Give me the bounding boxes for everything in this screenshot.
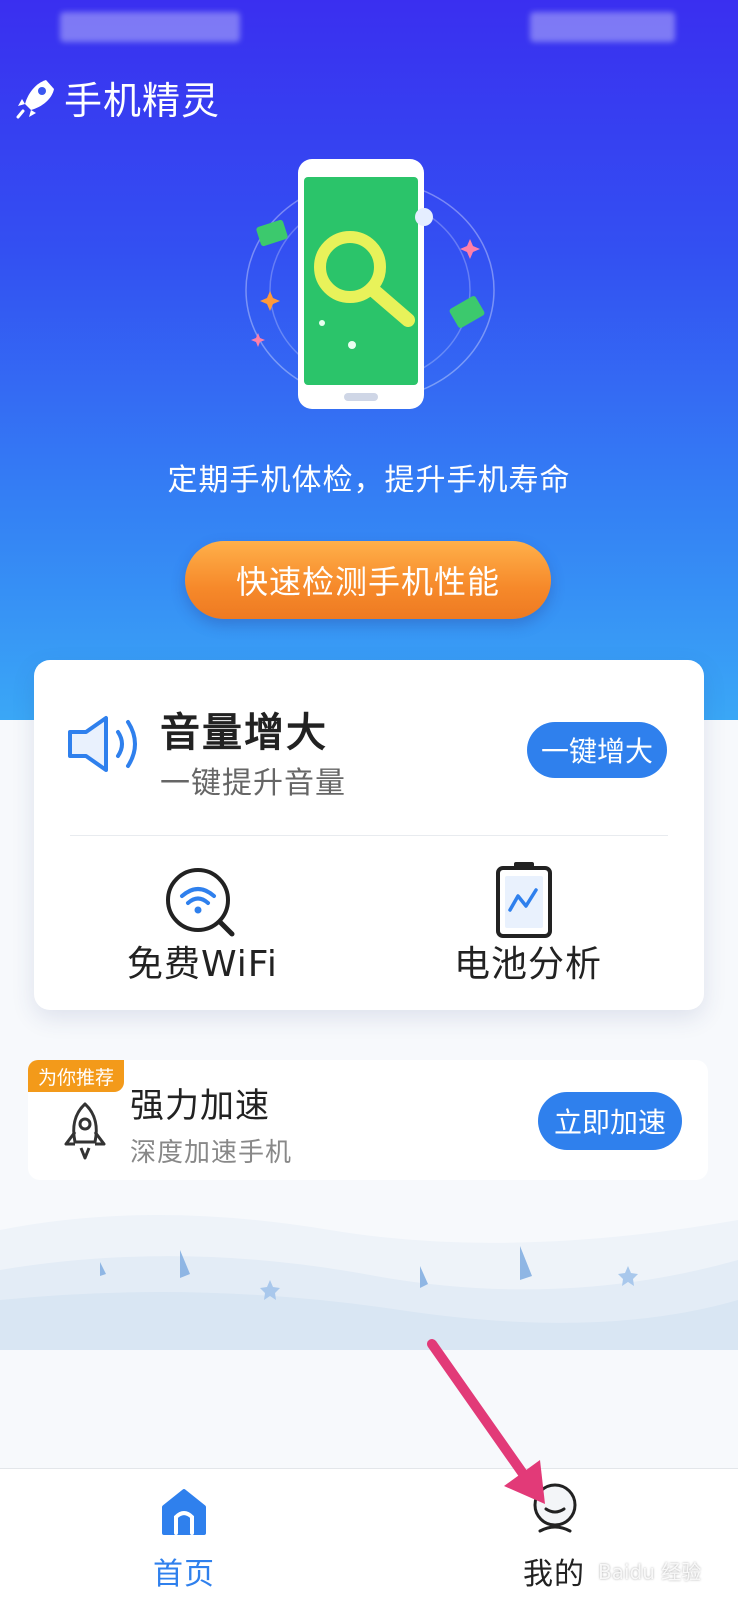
- nav-label-home: 首页: [153, 1557, 215, 1592]
- volume-boost-card: 音量增大 一键提升音量 一键增大 免费WiFi 电池分析: [34, 660, 704, 1010]
- free-wifi-label[interactable]: 免费WiFi: [127, 935, 278, 987]
- card-divider: [70, 835, 668, 836]
- volume-subtitle: 一键提升音量: [160, 766, 346, 801]
- nav-label-profile: 我的: [523, 1557, 585, 1592]
- volume-title: 音量增大: [160, 710, 328, 756]
- nav-item-home[interactable]: 首页: [130, 1469, 240, 1601]
- phone-scan-illustration: [245, 159, 495, 409]
- app-title: 手机精灵: [64, 79, 221, 123]
- watermark-text: Baidu 经验: [598, 1560, 702, 1584]
- recommend-subtitle: 深度加速手机: [130, 1138, 293, 1168]
- recommend-badge: 为你推荐: [28, 1060, 125, 1092]
- rocket-icon: [64, 1102, 106, 1160]
- app-header: 手机精灵: [16, 70, 220, 125]
- rocket-logo-icon: [16, 79, 54, 118]
- hero-tagline: 定期手机体检，提升手机寿命: [167, 463, 571, 498]
- profile-icon: [533, 1483, 577, 1533]
- status-bar-right-blurred: [530, 12, 675, 42]
- recommend-title: 强力加速: [130, 1086, 270, 1126]
- decorative-waves: [0, 1215, 738, 1350]
- home-icon: [162, 1489, 206, 1535]
- recommend-card: 为你推荐 强力加速 深度加速手机 立即加速: [28, 1060, 708, 1180]
- nav-item-profile[interactable]: 我的: [500, 1469, 610, 1601]
- speaker-icon: [68, 716, 137, 772]
- hero-banner: 手机精灵 定期手机体检，提升手机寿命 快速检测手机性能: [0, 0, 738, 720]
- baidu-watermark: Baidu 经验: [598, 1556, 718, 1592]
- battery-analysis-icon[interactable]: [494, 860, 554, 940]
- wifi-search-icon[interactable]: [164, 866, 240, 942]
- quick-check-button[interactable]: 快速检测手机性能: [185, 541, 551, 619]
- volume-boost-button[interactable]: 一键增大: [527, 722, 667, 778]
- battery-analysis-label[interactable]: 电池分析: [454, 935, 602, 987]
- speed-up-button[interactable]: 立即加速: [538, 1092, 682, 1150]
- status-bar-left-blurred: [60, 12, 240, 42]
